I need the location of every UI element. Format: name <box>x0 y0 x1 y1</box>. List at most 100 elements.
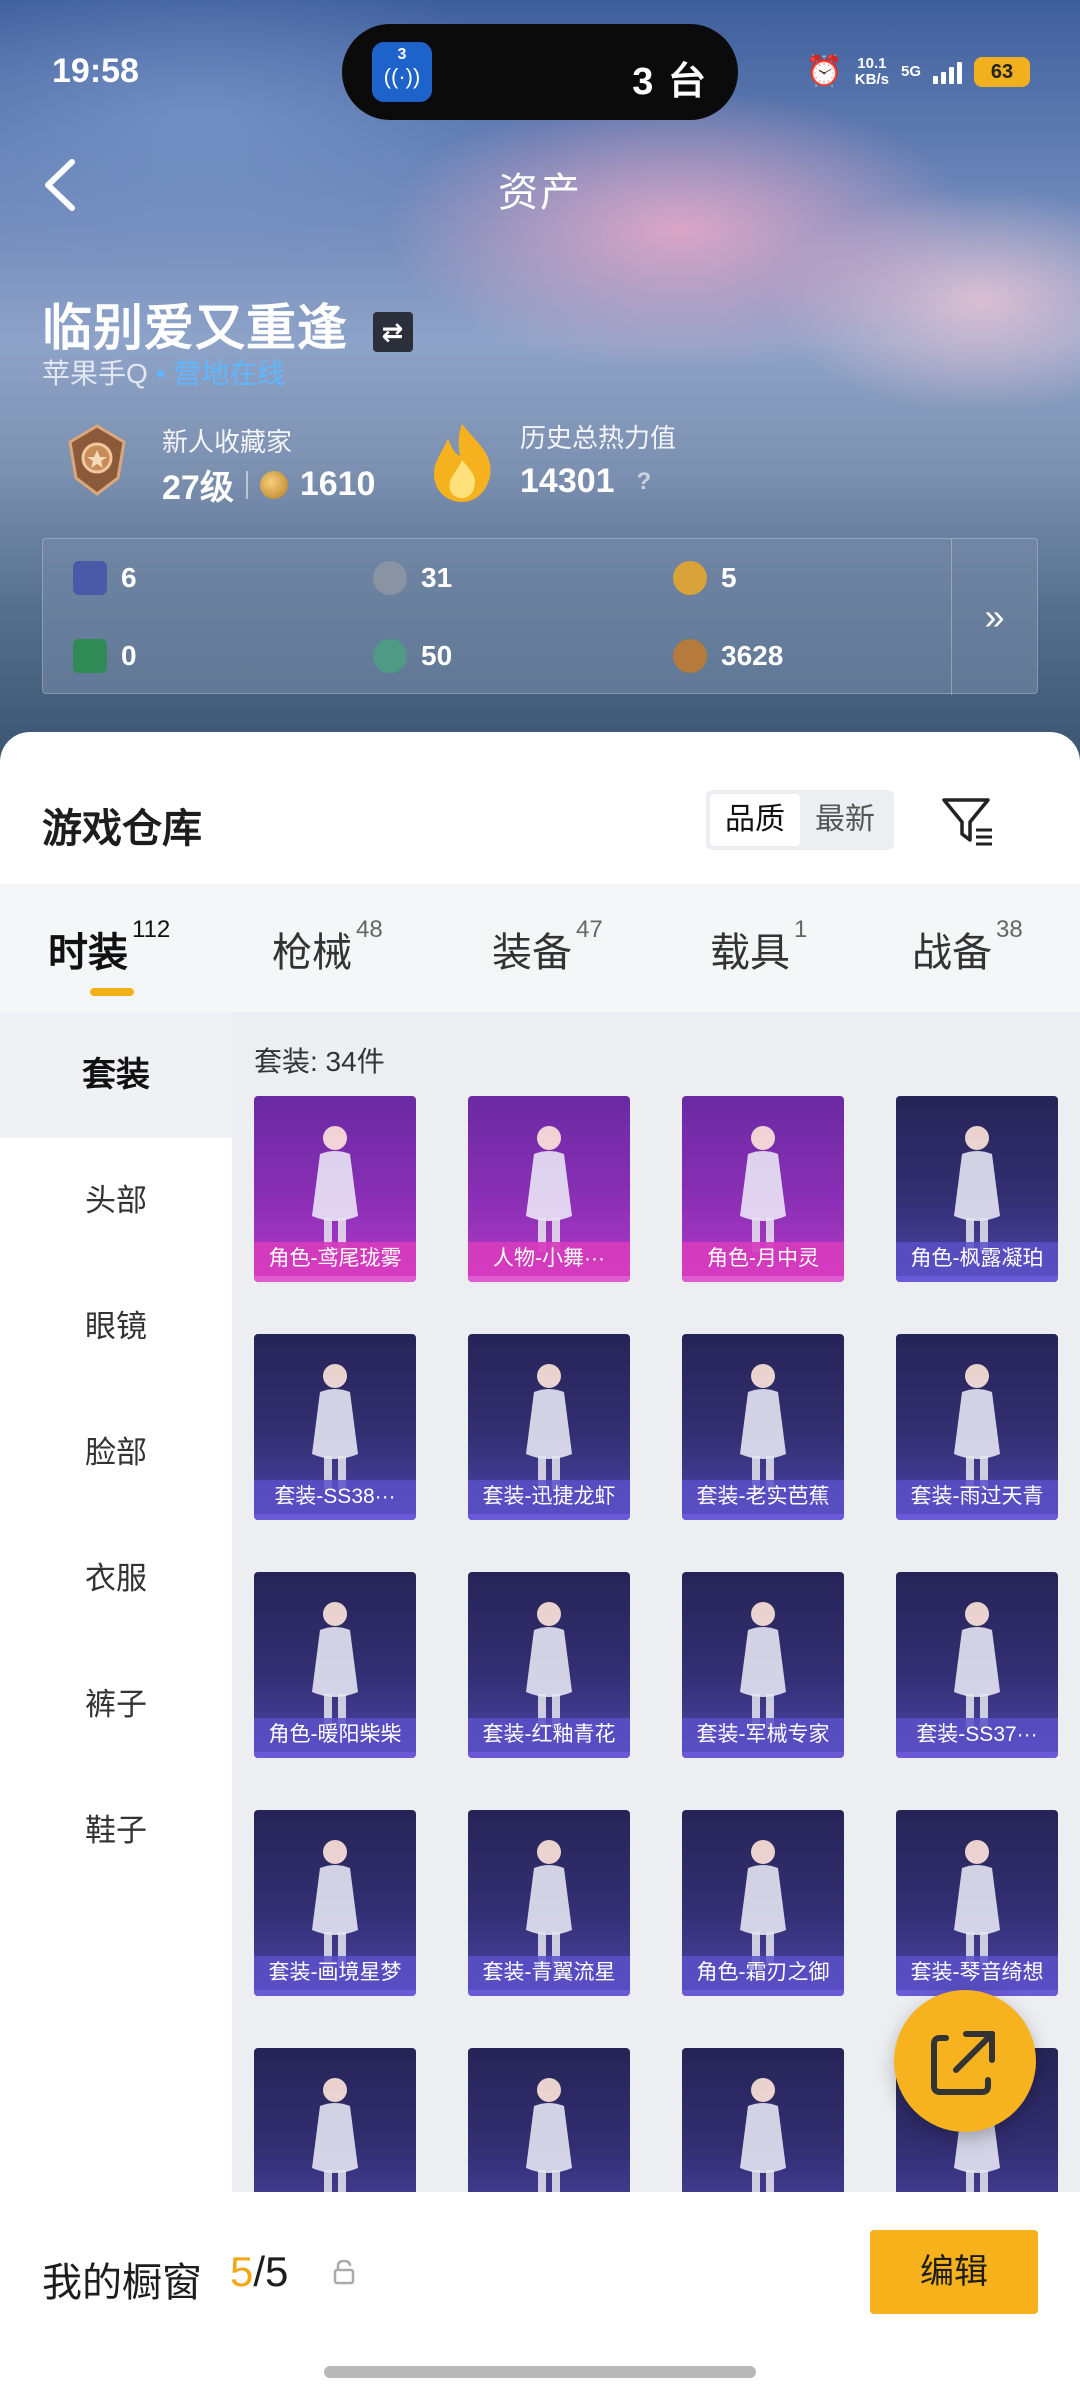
sidebar-item-head[interactable]: 头部 <box>0 1138 232 1264</box>
status-time: 19:58 <box>52 52 139 90</box>
home-indicator[interactable] <box>324 2366 756 2378</box>
divider <box>245 470 248 499</box>
switch-account-icon[interactable]: ⇄ <box>372 311 413 352</box>
user-name-text: 临别爱又重逢 <box>42 300 348 356</box>
tab-fashion[interactable]: 时装112 <box>48 916 170 978</box>
alarm-icon: ⏰ <box>805 55 843 88</box>
item-card[interactable]: 角色-枫露凝珀 <box>896 1096 1058 1282</box>
status-bar: 19:58 3 ((·)) 3 台 ⏰ 10.1 KB/s 5G 63 <box>0 0 1080 150</box>
tab-label: 枪械 <box>272 931 352 975</box>
rarity-stripe <box>254 1514 416 1520</box>
dynamic-island[interactable]: 3 ((·)) 3 台 <box>342 24 738 120</box>
broadcast-wave-icon: ((·)) <box>383 64 421 89</box>
warehouse-sheet: 游戏仓库 品质 最新 时装112 枪械48 装备47 载具1 战备38 套装 头… <box>0 732 1080 2400</box>
broadcast-app-icon: 3 ((·)) <box>372 42 432 102</box>
rarity-stripe <box>468 1752 630 1758</box>
sidebar-item-pants[interactable]: 裤子 <box>0 1642 232 1768</box>
stat-value: 0 <box>121 640 137 671</box>
item-card[interactable]: 套装-SS38··· <box>254 1334 416 1520</box>
item-card[interactable]: 角色-霜刃之御 <box>682 1810 844 1996</box>
help-icon[interactable]: ? <box>637 468 652 496</box>
item-label: 套装-青翼流星 <box>468 1956 630 1990</box>
sidebar-item-clothes[interactable]: 衣服 <box>0 1516 232 1642</box>
currency-stats-panel[interactable]: 6 31 5 0 50 3628 » <box>42 538 1038 695</box>
item-card[interactable] <box>468 2048 630 2192</box>
outfit-thumbnail <box>468 2048 630 2192</box>
item-card[interactable]: 角色-鸢尾珑雾 <box>254 1096 416 1282</box>
item-card[interactable]: 套装-老实芭蕉 <box>682 1334 844 1520</box>
coin-icon <box>259 470 288 499</box>
item-label: 套装-琴音绮想 <box>896 1956 1058 1990</box>
silver-coin-icon <box>373 561 407 595</box>
item-card[interactable]: 套装-SS37··· <box>896 1572 1058 1758</box>
sidebar-item-shoes[interactable]: 鞋子 <box>0 1768 232 1894</box>
share-button[interactable] <box>894 1990 1036 2132</box>
item-card[interactable]: 角色-月中灵 <box>682 1096 844 1282</box>
edit-button[interactable]: 编辑 <box>870 2230 1038 2314</box>
net-speed-value: 10.1 <box>857 54 887 72</box>
stat-value: 31 <box>421 562 453 593</box>
stat-item: 6 <box>73 561 137 595</box>
rarity-stripe <box>468 1990 630 1996</box>
green-orb-icon <box>373 639 407 673</box>
item-label: 角色-鸢尾珑雾 <box>254 1242 416 1276</box>
item-card[interactable]: 套装-红釉青花 <box>468 1572 630 1758</box>
item-label: 套装-SS37··· <box>896 1718 1058 1752</box>
filter-icon[interactable] <box>940 794 996 850</box>
rarity-stripe <box>896 1514 1058 1520</box>
tab-count: 112 <box>132 916 171 943</box>
card-icon <box>73 561 107 595</box>
warehouse-title: 游戏仓库 <box>42 807 202 851</box>
rarity-stripe <box>468 1276 630 1282</box>
subcategory-sidebar: 套装 头部 眼镜 脸部 衣服 裤子 鞋子 <box>0 1012 232 2192</box>
island-text: 3 台 <box>632 61 708 103</box>
online-status: 营地在线 <box>173 358 286 389</box>
item-card[interactable]: 套装-军械专家 <box>682 1572 844 1758</box>
user-name: 临别爱又重逢 ⇄ <box>42 288 413 360</box>
lock-icon <box>333 2259 355 2285</box>
tab-vehicles[interactable]: 载具1 <box>710 916 807 978</box>
sidebar-item-suits[interactable]: 套装 <box>0 1012 232 1138</box>
tab-count: 48 <box>356 916 383 943</box>
sort-option-quality[interactable]: 品质 <box>710 794 800 846</box>
heat-row: 14301 ? <box>520 462 651 501</box>
heat-title: 历史总热力值 <box>520 423 677 453</box>
heat-value: 14301 <box>520 462 615 500</box>
online-dot-icon: • <box>155 358 166 389</box>
tab-count: 1 <box>794 916 808 943</box>
item-card[interactable]: 套装-琴音绮想 <box>896 1810 1058 1996</box>
rarity-stripe <box>896 1276 1058 1282</box>
tab-guns[interactable]: 枪械48 <box>272 916 383 978</box>
rarity-stripe <box>254 1276 416 1282</box>
tab-label: 载具 <box>710 931 790 975</box>
rarity-stripe <box>682 1514 844 1520</box>
item-label: 套装-画境星梦 <box>254 1956 416 1990</box>
double-chevron-right-icon[interactable]: » <box>951 539 1037 695</box>
page-title: 资产 <box>498 171 582 215</box>
item-card[interactable]: 套装-迅捷龙虾 <box>468 1334 630 1520</box>
showcase-footer: 我的橱窗 5/5 编辑 <box>0 2198 1080 2400</box>
item-card[interactable]: 套装-画境星梦 <box>254 1810 416 1996</box>
item-card[interactable]: 套装-青翼流星 <box>468 1810 630 1996</box>
item-card[interactable]: 人物-小舞··· <box>468 1096 630 1282</box>
sidebar-item-glasses[interactable]: 眼镜 <box>0 1264 232 1390</box>
sidebar-item-face[interactable]: 脸部 <box>0 1390 232 1516</box>
showcase-current: 5 <box>230 2248 254 2295</box>
sort-option-newest[interactable]: 最新 <box>800 794 890 846</box>
item-card[interactable]: 角色-暖阳柴柴 <box>254 1572 416 1758</box>
collector-rank-badge-icon <box>68 424 126 496</box>
item-card[interactable] <box>682 2048 844 2192</box>
tab-supplies[interactable]: 战备38 <box>912 916 1023 978</box>
battery-icon: 63 <box>974 56 1030 87</box>
rarity-stripe <box>682 1752 844 1758</box>
active-tab-indicator <box>90 988 134 996</box>
tab-equipment[interactable]: 装备47 <box>492 916 603 978</box>
rank-title: 新人收藏家 <box>162 427 293 457</box>
item-card[interactable]: 套装-雨过天青 <box>896 1334 1058 1520</box>
rank-row: 27级 1610 <box>162 460 375 509</box>
item-label: 套装-雨过天青 <box>896 1480 1058 1514</box>
outfit-thumbnail <box>254 2048 416 2192</box>
item-label: 角色-霜刃之御 <box>682 1956 844 1990</box>
collector-level: 27级 <box>162 469 234 507</box>
item-card[interactable] <box>254 2048 416 2192</box>
